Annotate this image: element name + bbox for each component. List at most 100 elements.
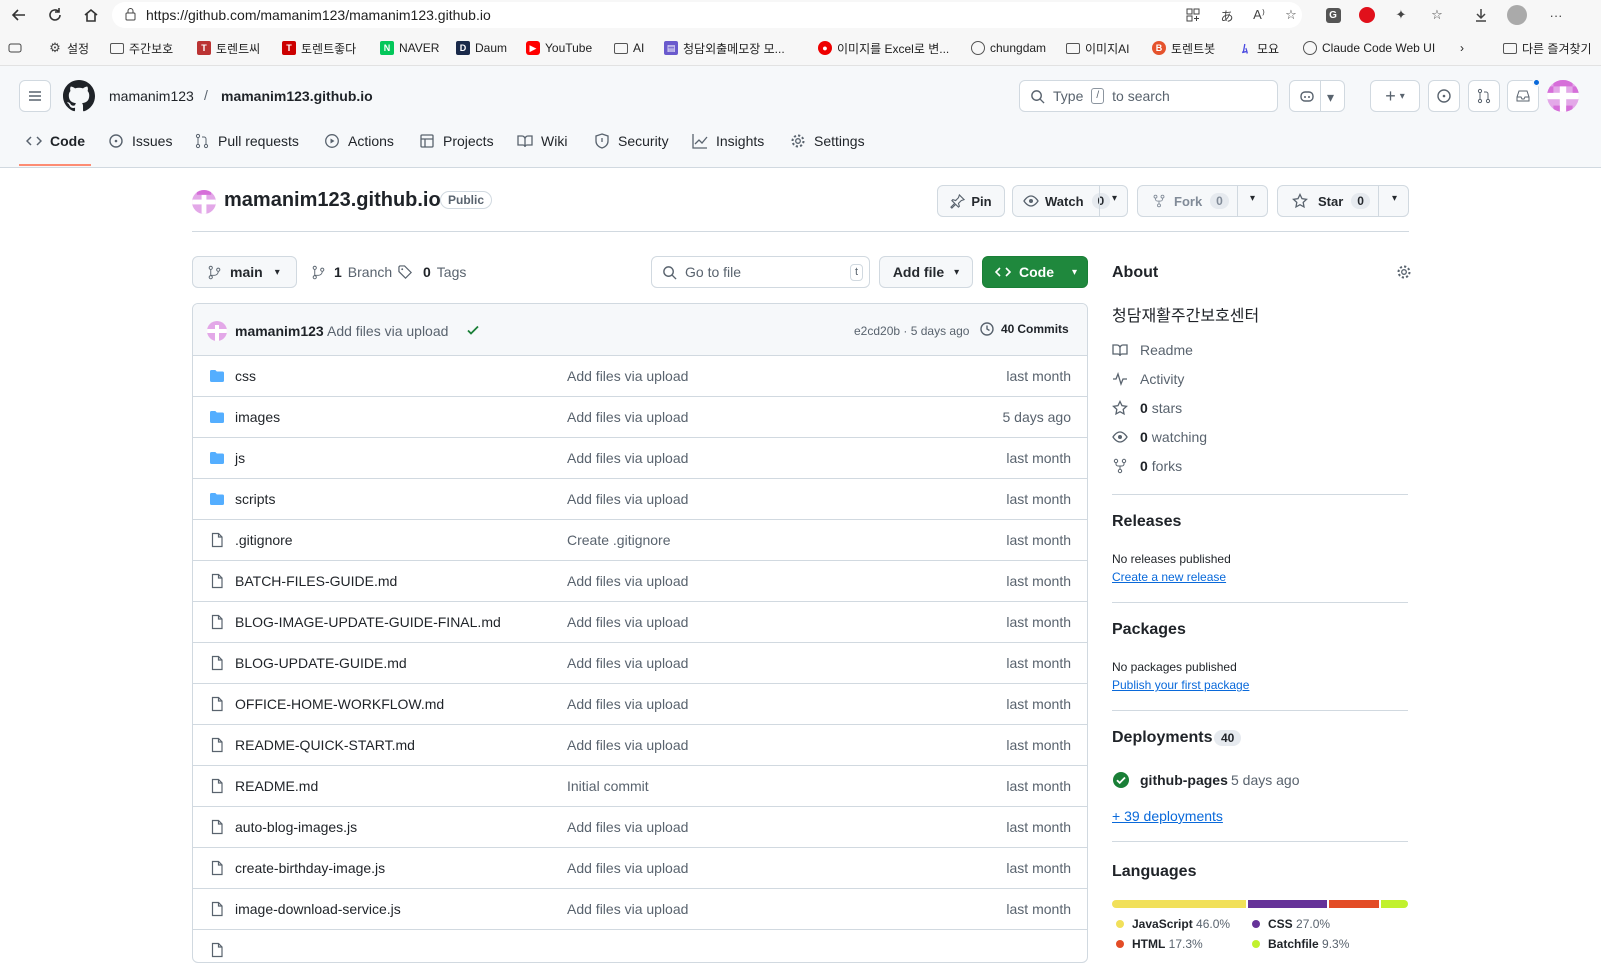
table-row[interactable]: images Add files via upload 5 days ago <box>193 397 1087 438</box>
create-new-button[interactable]: + ▾ <box>1370 80 1420 112</box>
table-row[interactable]: BATCH-FILES-GUIDE.md Add files via upload… <box>193 561 1087 602</box>
tab-settings[interactable]: Settings <box>790 126 865 156</box>
table-row[interactable]: create-birthday-image.js Add files via up… <box>193 848 1087 889</box>
github-logo-icon[interactable] <box>63 80 95 112</box>
bookmark-item[interactable]: ▶ YouTube <box>526 36 592 60</box>
tab-insights[interactable]: Insights <box>692 126 764 156</box>
translate-icon[interactable]: あ <box>1216 4 1238 26</box>
tab-pull-requests[interactable]: Pull requests <box>194 126 299 156</box>
site-info-icon[interactable] <box>124 8 137 21</box>
activity-link[interactable]: Activity <box>1112 371 1184 387</box>
table-row[interactable]: README.md Initial commit last month <box>193 766 1087 807</box>
table-row[interactable]: js Add files via upload last month <box>193 438 1087 479</box>
file-name[interactable]: BLOG-IMAGE-UPDATE-GUIDE-FINAL.md <box>235 614 501 630</box>
search-input[interactable]: Type / to search <box>1019 80 1278 112</box>
tab-wiki[interactable]: Wiki <box>517 126 567 156</box>
bookmark-item[interactable]: chungdam <box>971 36 1046 60</box>
bookmark-folder[interactable]: 주간보호 <box>110 36 173 60</box>
fork-button[interactable]: Fork 0 ▾ <box>1137 185 1268 217</box>
branch-selector[interactable]: main ▾ <box>192 256 297 288</box>
bookmark-item[interactable]: N NAVER <box>380 36 439 60</box>
check-icon[interactable] <box>465 322 481 338</box>
hamburger-menu-icon[interactable] <box>19 80 51 112</box>
bookmark-item[interactable]: ▤ 청담외출메모장 모... <box>664 36 785 60</box>
stars-link[interactable]: 0 stars <box>1112 400 1182 416</box>
extension-stop-icon[interactable] <box>1356 4 1378 26</box>
home-icon[interactable] <box>78 2 104 28</box>
file-name[interactable]: README-QUICK-START.md <box>235 737 415 753</box>
file-commit-message[interactable]: Add files via upload <box>567 573 688 589</box>
commits-link[interactable]: 40 Commits <box>979 321 1069 337</box>
profile-avatar-icon[interactable] <box>1506 4 1528 26</box>
file-commit-message[interactable]: Add files via upload <box>567 860 688 876</box>
file-name[interactable]: auto-blog-images.js <box>235 819 357 835</box>
bookmark-item[interactable]: B 토렌트봇 <box>1152 36 1215 60</box>
downloads-icon[interactable] <box>1470 4 1492 26</box>
address-bar[interactable]: https://github.com/mamanim123/mamanim123… <box>112 2 1302 28</box>
file-name[interactable]: OFFICE-HOME-WORKFLOW.md <box>235 696 444 712</box>
commit-sha-time[interactable]: e2cd20b · 5 days ago <box>854 324 969 338</box>
more-menu-icon[interactable]: ··· <box>1545 4 1567 26</box>
file-name[interactable]: css <box>235 368 256 384</box>
bookmark-item[interactable]: T 토렌트씨 <box>197 36 260 60</box>
copilot-button[interactable]: ▾ <box>1289 80 1345 112</box>
publish-package-link[interactable]: Publish your first package <box>1112 678 1249 692</box>
file-name[interactable]: create-birthday-image.js <box>235 860 385 876</box>
bookmark-menu-icon[interactable] <box>8 36 22 60</box>
tab-issues[interactable]: Issues <box>108 126 172 156</box>
bookmark-item[interactable]: Claude Code Web UI <box>1303 36 1435 60</box>
table-row[interactable]: scripts Add files via upload last month <box>193 479 1087 520</box>
file-commit-message[interactable]: Add files via upload <box>567 491 688 507</box>
forks-link[interactable]: 0 forks <box>1112 458 1182 474</box>
inbox-icon[interactable] <box>1507 78 1541 112</box>
user-avatar[interactable] <box>1547 80 1579 112</box>
table-row[interactable]: OFFICE-HOME-WORKFLOW.md Add files via upl… <box>193 684 1087 725</box>
breadcrumb-repo[interactable]: mamanim123.github.io <box>221 88 373 104</box>
file-commit-message[interactable]: Add files via upload <box>567 614 688 630</box>
gear-icon[interactable] <box>1396 264 1412 280</box>
file-commit-message[interactable]: Create .gitignore <box>567 532 671 548</box>
tab-projects[interactable]: Projects <box>419 126 494 156</box>
bookmark-item[interactable]: ⚙ 설정 <box>48 36 89 60</box>
read-aloud-icon[interactable]: A⁾ <box>1248 4 1270 26</box>
app-view-icon[interactable] <box>1182 4 1204 26</box>
extensions-puzzle-icon[interactable]: ✦ <box>1390 4 1412 26</box>
file-commit-message[interactable]: Add files via upload <box>567 655 688 671</box>
create-release-link[interactable]: Create a new release <box>1112 570 1226 584</box>
commit-message[interactable]: Add files via upload <box>327 323 448 339</box>
bookmark-item[interactable]: D Daum <box>456 36 507 60</box>
commit-author[interactable]: mamanim123 <box>235 323 324 339</box>
bookmark-folder[interactable]: 이미지AI <box>1066 36 1129 60</box>
file-commit-message[interactable]: Add files via upload <box>567 409 688 425</box>
add-file-button[interactable]: Add file ▾ <box>879 256 973 288</box>
file-name[interactable]: .gitignore <box>235 532 293 548</box>
bookmark-item[interactable]: ● 이미지를 Excel로 변... <box>818 36 949 60</box>
bookmark-item[interactable]: ﾑ 모요 <box>1238 36 1279 60</box>
tab-security[interactable]: Security <box>594 126 669 156</box>
file-name[interactable]: README.md <box>235 778 318 794</box>
favorite-star-icon[interactable]: ☆ <box>1280 4 1302 26</box>
file-commit-message[interactable]: Initial commit <box>567 778 649 794</box>
file-commit-message[interactable]: Add files via upload <box>567 901 688 917</box>
table-row[interactable]: BLOG-IMAGE-UPDATE-GUIDE-FINAL.md Add file… <box>193 602 1087 643</box>
back-icon[interactable] <box>6 2 32 28</box>
table-row[interactable]: README-QUICK-START.md Add files via uploa… <box>193 725 1087 766</box>
table-row[interactable]: BLOG-UPDATE-GUIDE.md Add files via upload… <box>193 643 1087 684</box>
go-to-file-input[interactable]: Go to file t <box>651 256 870 288</box>
file-name[interactable]: js <box>235 450 245 466</box>
repo-title[interactable]: mamanim123.github.io <box>224 189 441 212</box>
breadcrumb-owner[interactable]: mamanim123 <box>109 88 194 104</box>
deployments-heading[interactable]: Deployments <box>1112 729 1212 747</box>
language-item[interactable]: JavaScript 46.0% <box>1116 917 1230 931</box>
bookmarks-overflow-icon[interactable]: › <box>1460 36 1464 60</box>
watch-button[interactable]: Watch 0 ▾ <box>1012 185 1128 217</box>
file-commit-message[interactable]: Add files via upload <box>567 696 688 712</box>
readme-link[interactable]: Readme <box>1112 342 1193 358</box>
file-name[interactable]: scripts <box>235 491 275 507</box>
watching-link[interactable]: 0 watching <box>1112 429 1207 445</box>
language-item[interactable]: HTML 17.3% <box>1116 937 1203 951</box>
deployment-env[interactable]: github-pages <box>1140 772 1228 788</box>
releases-heading[interactable]: Releases <box>1112 513 1181 531</box>
file-name[interactable]: BLOG-UPDATE-GUIDE.md <box>235 655 407 671</box>
table-row[interactable] <box>193 930 1087 962</box>
